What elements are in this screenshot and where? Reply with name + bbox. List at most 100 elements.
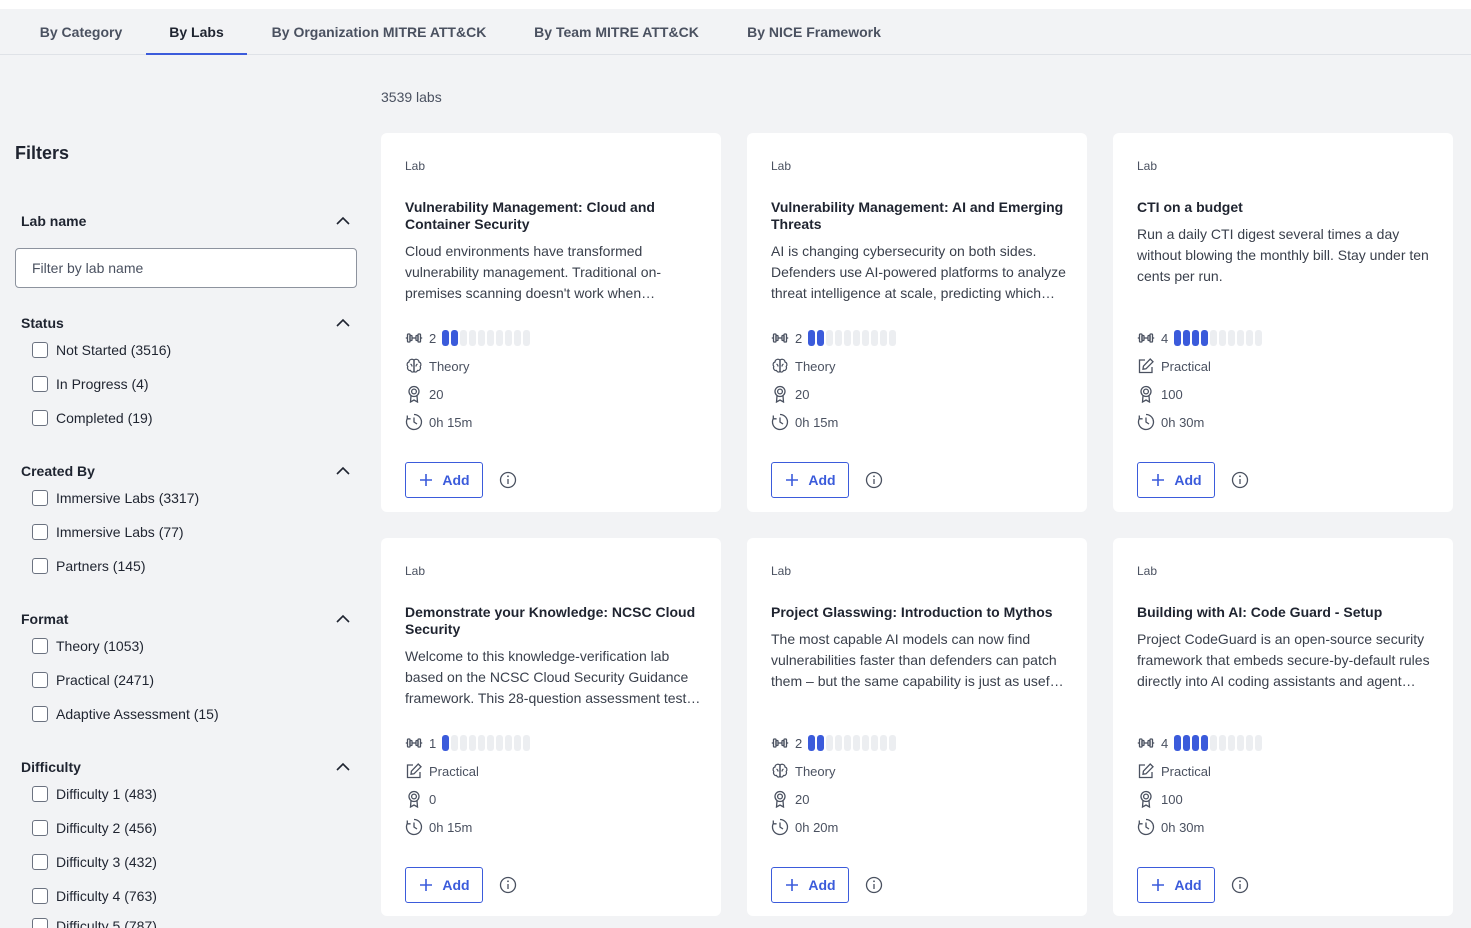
tab-by-category[interactable]: By Category [20,9,142,54]
checkbox[interactable] [32,558,48,574]
points-meta: 20 [405,384,443,404]
add-button[interactable]: Add [1137,867,1215,903]
add-button[interactable]: Add [1137,462,1215,498]
difficulty-bar [496,735,504,751]
card-title[interactable]: CTI on a budget [1137,199,1433,216]
difficulty-section-header[interactable]: Difficulty [21,757,351,777]
checkbox[interactable] [32,786,48,802]
add-button[interactable]: Add [405,867,483,903]
card-type-label: Lab [1137,564,1158,578]
checkbox[interactable] [32,342,48,358]
difficulty-option-2[interactable]: Difficulty 2 (456) [32,818,157,838]
difficulty-bar [514,330,522,346]
checkbox[interactable] [32,820,48,836]
status-option-in-progress[interactable]: In Progress (4) [32,374,149,394]
difficulty-bar [487,330,495,346]
option-label: Difficulty 4 (763) [56,888,157,904]
lab-card[interactable]: Lab Vulnerability Management: Cloud and … [381,133,721,512]
status-option-completed[interactable]: Completed (19) [32,408,153,428]
pencil-icon [1138,763,1154,779]
created-by-section-header[interactable]: Created By [21,461,351,481]
points-value: 20 [429,386,444,402]
award-icon [774,790,786,808]
format-meta: Theory [771,761,835,781]
lab-card[interactable]: Lab Building with AI: Code Guard - Setup… [1113,538,1453,916]
difficulty-option-4[interactable]: Difficulty 4 (763) [32,886,157,906]
add-button[interactable]: Add [771,462,849,498]
lab-card[interactable]: Lab Vulnerability Management: AI and Eme… [747,133,1087,512]
tab-by-organization-mitre[interactable]: By Organization MITRE ATT&CK [258,9,500,54]
difficulty-value: 2 [429,330,437,346]
difficulty-bar [442,330,450,346]
tab-by-nice-framework[interactable]: By NICE Framework [733,9,895,54]
difficulty-bar [844,735,852,751]
format-value: Theory [795,358,836,374]
created-by-option-2[interactable]: Immersive Labs (77) [32,522,184,542]
brain-icon [772,358,788,373]
card-title[interactable]: Project Glasswing: Introduction to Mytho… [771,604,1067,621]
lab-card[interactable]: Lab Project Glasswing: Introduction to M… [747,538,1087,916]
lab-card[interactable]: Lab Demonstrate your Knowledge: NCSC Clo… [381,538,721,916]
tab-by-labs[interactable]: By Labs [146,9,247,55]
difficulty-value: 1 [429,735,437,751]
clock-icon [771,413,789,431]
status-section-header[interactable]: Status [21,313,351,333]
created-by-option-1[interactable]: Immersive Labs (3317) [32,488,199,508]
checkbox[interactable] [32,918,48,928]
created-by-option-3[interactable]: Partners (145) [32,556,145,576]
lab-name-section-header[interactable]: Lab name [21,211,351,231]
format-option-practical[interactable]: Practical (2471) [32,670,154,690]
tab-by-team-mitre[interactable]: By Team MITRE ATT&CK [521,9,712,54]
add-button-label: Add [808,472,836,488]
status-option-not-started[interactable]: Not Started (3516) [32,340,171,360]
difficulty-option-1[interactable]: Difficulty 1 (483) [32,784,157,804]
info-icon[interactable] [865,876,883,894]
difficulty-bar [469,330,477,346]
card-title[interactable]: Vulnerability Management: Cloud and Cont… [405,199,701,233]
difficulty-meter: 2 [771,733,898,753]
add-button-label: Add [442,877,470,893]
lab-card[interactable]: Lab CTI on a budget Run a daily CTI dige… [1113,133,1453,512]
difficulty-option-5[interactable]: Difficulty 5 (787) [32,916,157,928]
checkbox[interactable] [32,706,48,722]
checkbox[interactable] [32,524,48,540]
checkbox[interactable] [32,854,48,870]
difficulty-option-3[interactable]: Difficulty 3 (432) [32,852,157,872]
checkbox[interactable] [32,490,48,506]
checkbox[interactable] [32,410,48,426]
add-button-label: Add [1174,877,1202,893]
format-value: Practical [1161,358,1211,374]
add-button[interactable]: Add [771,867,849,903]
checkbox[interactable] [32,638,48,654]
option-label: Immersive Labs (77) [56,524,184,540]
checkbox[interactable] [32,672,48,688]
info-icon[interactable] [499,876,517,894]
info-icon[interactable] [1231,876,1249,894]
checkbox[interactable] [32,376,48,392]
difficulty-bar [808,735,816,751]
format-option-adaptive[interactable]: Adaptive Assessment (15) [32,704,219,724]
duration-value: 0h 30m [1161,819,1205,835]
checkbox[interactable] [32,888,48,904]
card-title[interactable]: Vulnerability Management: AI and Emergin… [771,199,1067,233]
difficulty-meter: 2 [405,328,532,348]
points-value: 0 [429,791,437,807]
info-icon[interactable] [1231,471,1249,489]
difficulty-bar [514,735,522,751]
card-type-label: Lab [405,159,426,173]
difficulty-bar [505,735,513,751]
difficulty-bar [1228,330,1236,346]
filters-title: Filters [15,143,70,163]
difficulty-bar [817,735,825,751]
format-option-theory[interactable]: Theory (1053) [32,636,144,656]
clock-icon [1137,413,1155,431]
card-title[interactable]: Building with AI: Code Guard - Setup [1137,604,1433,621]
difficulty-bar [880,735,888,751]
add-button[interactable]: Add [405,462,483,498]
lab-name-filter-input[interactable] [15,248,357,288]
info-icon[interactable] [865,471,883,489]
card-title[interactable]: Demonstrate your Knowledge: NCSC Cloud S… [405,604,701,638]
difficulty-bar [835,330,843,346]
info-icon[interactable] [499,471,517,489]
format-section-header[interactable]: Format [21,609,351,629]
